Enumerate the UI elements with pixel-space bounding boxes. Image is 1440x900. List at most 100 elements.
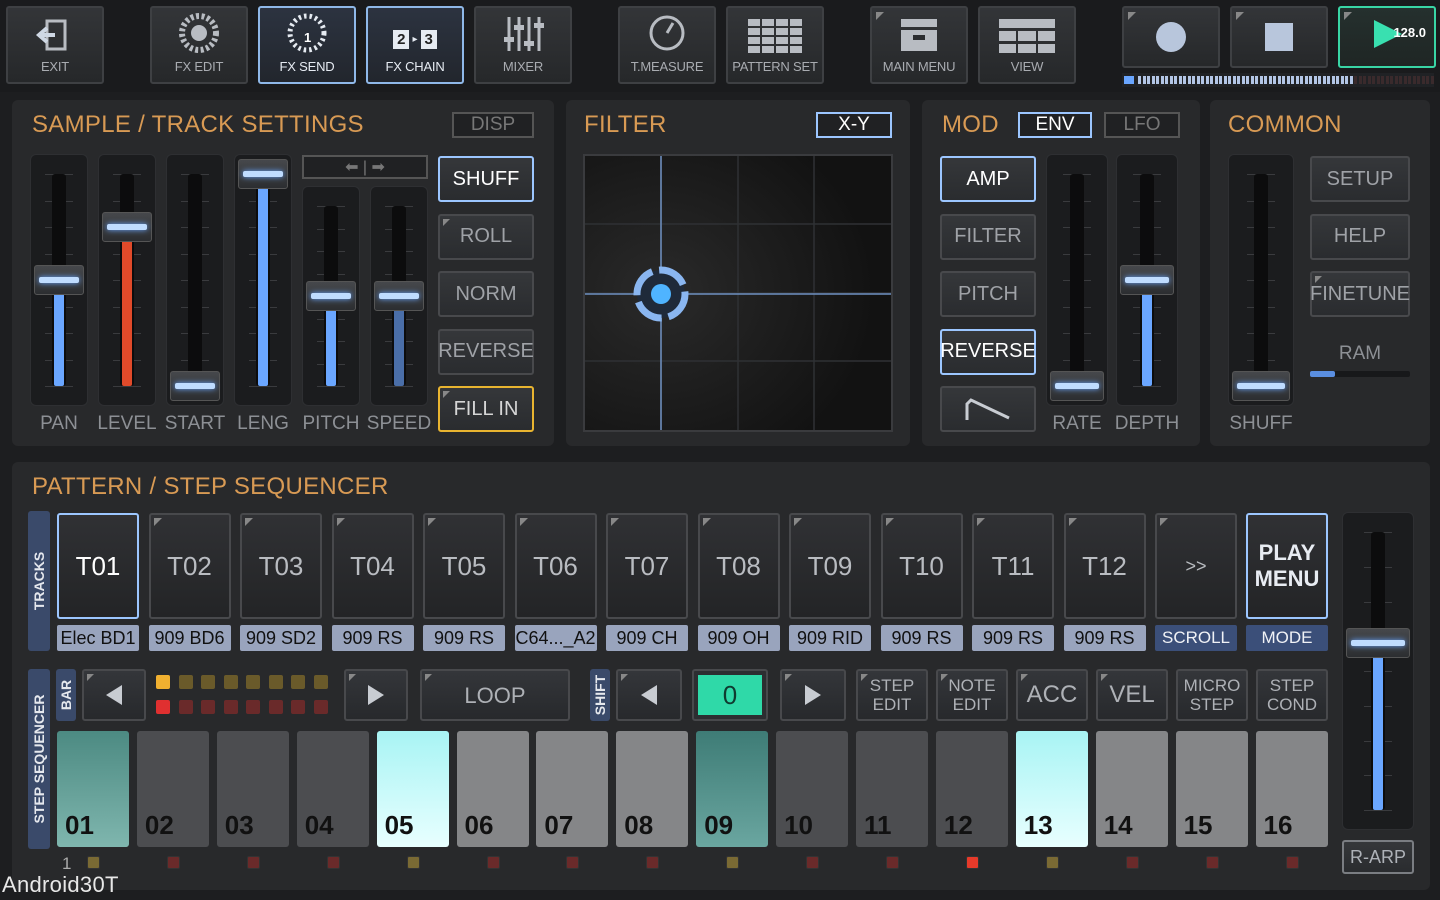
bar-next-button[interactable] <box>344 669 408 721</box>
shuff-button[interactable]: SHUFF <box>438 156 534 202</box>
acc-button[interactable]: ACC <box>1016 669 1088 721</box>
meter-segment <box>1228 76 1231 84</box>
fader-level-knob[interactable] <box>102 212 152 242</box>
shift-tab[interactable]: SHIFT <box>590 669 610 721</box>
track-button-t09[interactable]: T09 <box>789 513 871 619</box>
step-11[interactable]: 11 <box>856 731 928 847</box>
track-button-t03[interactable]: T03 <box>240 513 322 619</box>
filter-xy-pad[interactable] <box>583 154 893 432</box>
step-14[interactable]: 14 <box>1095 731 1168 847</box>
note-edit-button[interactable]: NOTE EDIT <box>936 669 1008 721</box>
shift-prev-button[interactable] <box>616 669 682 721</box>
t-measure-button[interactable]: T.MEASURE <box>618 6 716 84</box>
record-button[interactable] <box>1122 6 1220 68</box>
step-06[interactable]: 06 <box>456 731 529 847</box>
mod-filter-button[interactable]: FILTER <box>940 213 1036 260</box>
r-arp-button[interactable]: R-ARP <box>1342 840 1414 874</box>
fader-pitch-fill <box>326 306 336 386</box>
fader-pan-knob[interactable] <box>34 265 84 295</box>
volume-fader-knob[interactable] <box>1346 628 1410 659</box>
micro-step-button[interactable]: MICRO STEP <box>1176 669 1248 721</box>
mod-amp-button[interactable]: AMP <box>940 156 1036 202</box>
track-button-t05[interactable]: T05 <box>423 513 505 619</box>
disp-button[interactable]: DISP <box>452 112 534 138</box>
track-button-t06[interactable]: T06 <box>514 513 597 619</box>
track-button-t10[interactable]: T10 <box>880 513 963 619</box>
step-16[interactable]: 16 <box>1255 731 1328 847</box>
common-fader-shuff-knob[interactable] <box>1232 371 1290 401</box>
reverse-button[interactable]: REVERSE <box>438 328 534 375</box>
fill-in-button[interactable]: FILL IN <box>438 386 534 432</box>
step-07[interactable]: 07 <box>536 731 609 847</box>
step-10[interactable]: 10 <box>776 731 849 847</box>
bar-tab[interactable]: BAR <box>56 669 76 721</box>
step-04[interactable]: 04 <box>296 731 369 847</box>
fader-start-knob[interactable] <box>170 371 220 401</box>
step-led <box>965 856 979 869</box>
mod-reverse-button[interactable]: REVERSE <box>940 328 1036 375</box>
envelope-shape-button[interactable] <box>940 386 1036 432</box>
xy-mode-button[interactable]: X-Y <box>816 112 892 138</box>
track-id: T06 <box>533 550 578 581</box>
step-cond-button[interactable]: STEP COND <box>1256 669 1328 721</box>
button-label: FILTER <box>954 225 1022 247</box>
xy-handle[interactable] <box>633 266 689 322</box>
track-button-t11[interactable]: T11 <box>972 513 1054 619</box>
button-label: PITCH <box>958 282 1018 305</box>
roll-button[interactable]: ROLL <box>438 213 534 260</box>
step-09[interactable]: 09 <box>696 731 769 847</box>
main-menu-button[interactable]: MAIN MENU <box>870 6 968 84</box>
view-button[interactable]: VIEW <box>978 6 1076 84</box>
mod-fader-rate-knob[interactable] <box>1050 371 1104 401</box>
vel-button[interactable]: VEL <box>1096 669 1168 721</box>
step-03[interactable]: 03 <box>216 731 289 847</box>
track-button-t01[interactable]: T01 <box>57 513 139 619</box>
step-number: 02 <box>144 810 174 840</box>
step-edit-button[interactable]: STEP EDIT <box>856 669 928 721</box>
step-13[interactable]: 13 <box>1015 731 1088 847</box>
fader-speed-knob[interactable] <box>374 281 424 311</box>
shift-next-button[interactable] <box>780 669 846 721</box>
step-05[interactable]: 05 <box>376 731 449 847</box>
mixer-button[interactable]: MIXER <box>474 6 572 84</box>
finetune-button[interactable]: FINETUNE <box>1310 271 1410 317</box>
step-01[interactable]: 01 <box>57 731 129 847</box>
env-tab[interactable]: ENV <box>1018 112 1092 138</box>
ram-meter <box>1310 371 1410 377</box>
exit-button[interactable]: EXIT <box>6 6 104 84</box>
step-sequencer-tab[interactable]: STEP SEQUENCER <box>28 669 50 849</box>
track-name-t08: 909 OH <box>697 625 780 651</box>
mod-pitch-button[interactable]: PITCH <box>940 271 1036 317</box>
step-12[interactable]: 12 <box>935 731 1008 847</box>
scroll-tracks-button[interactable]: >> <box>1155 513 1237 619</box>
fx-chain-button[interactable]: 2 ▸ 3 FX CHAIN <box>366 6 464 84</box>
button-label: SETUP <box>1326 167 1394 190</box>
meter-segment <box>1286 76 1290 84</box>
bar-prev-button[interactable] <box>82 669 146 721</box>
loop-button[interactable]: LOOP <box>420 669 570 721</box>
track-button-t02[interactable]: T02 <box>148 513 231 619</box>
fx-edit-button[interactable]: FX EDIT <box>150 6 248 84</box>
step-08[interactable]: 08 <box>616 731 689 847</box>
fx-send-button[interactable]: 1 FX SEND <box>258 6 356 84</box>
step-15[interactable]: 15 <box>1175 731 1248 847</box>
lfo-tab[interactable]: LFO <box>1104 112 1180 138</box>
help-button[interactable]: HELP <box>1310 213 1410 260</box>
track-button-t04[interactable]: T04 <box>331 513 414 619</box>
track-button-t07[interactable]: T07 <box>606 513 688 619</box>
fader-leng-knob[interactable] <box>238 159 288 189</box>
mod-fader-depth-knob[interactable] <box>1120 265 1174 295</box>
track-button-t08[interactable]: T08 <box>697 513 780 619</box>
fader-pitch-knob[interactable] <box>306 281 356 311</box>
pattern-set-button[interactable]: PATTERN SET <box>726 6 824 84</box>
setup-button[interactable]: SETUP <box>1310 156 1410 202</box>
play-button[interactable]: 128.0 <box>1338 6 1436 68</box>
play-menu-button[interactable]: PLAY MENU <box>1246 513 1328 619</box>
track-button-t12[interactable]: T12 <box>1063 513 1146 619</box>
sample-nav-arrows[interactable]: ⬅ | ➡ <box>302 155 428 179</box>
tracks-tab[interactable]: TRACKS <box>28 511 50 651</box>
step-02[interactable]: 02 <box>136 731 209 847</box>
fx-chain-icon: 2 ▸ 3 <box>393 30 437 49</box>
stop-button[interactable] <box>1230 6 1328 68</box>
norm-button[interactable]: NORM <box>438 271 534 317</box>
